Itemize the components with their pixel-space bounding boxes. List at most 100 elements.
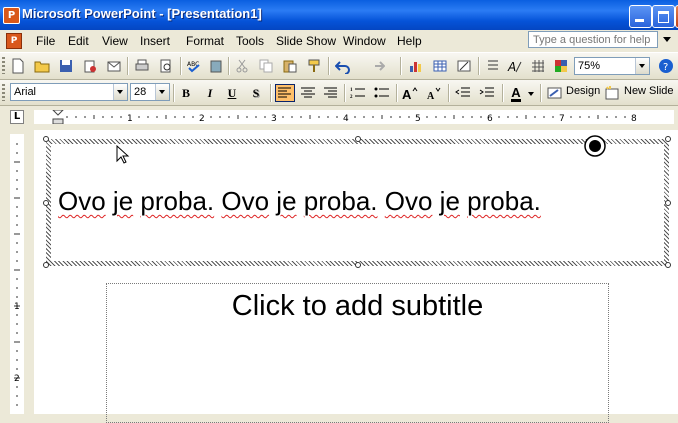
font-size-dropdown-icon[interactable] <box>155 84 169 100</box>
toolbar-separator <box>502 84 504 102</box>
title-word: proba. <box>303 186 378 216</box>
menu-format[interactable]: Format <box>186 34 224 48</box>
font-name-dropdown-icon[interactable] <box>113 84 127 100</box>
toolbar-separator <box>396 84 398 102</box>
print-icon[interactable] <box>134 58 150 74</box>
menu-insert[interactable]: Insert <box>140 34 170 48</box>
horizontal-ruler[interactable]: 1 2 3 4 5 6 7 8 <box>34 110 674 124</box>
font-name-select[interactable]: Arial <box>10 83 128 101</box>
permission-icon[interactable] <box>82 58 98 74</box>
center-button[interactable] <box>298 84 318 102</box>
bullets-button[interactable] <box>372 84 392 102</box>
email-icon[interactable] <box>106 58 122 74</box>
resize-handle[interactable] <box>665 136 671 142</box>
print-preview-icon[interactable] <box>158 58 174 74</box>
maximize-button[interactable] <box>652 5 675 28</box>
increase-font-size-button[interactable]: A <box>400 84 420 102</box>
font-color-button[interactable]: A <box>506 84 526 102</box>
ruler-number: 1 <box>127 114 133 124</box>
toolbar-separator <box>344 84 346 102</box>
ruler-number: 2 <box>199 114 205 124</box>
new-slide-button[interactable]: New Slide <box>624 85 674 97</box>
toolbar-grip[interactable] <box>2 57 5 74</box>
help-search-input[interactable]: Type a question for help <box>528 31 658 48</box>
spelling-icon[interactable]: ABC <box>186 58 202 74</box>
shadow-button[interactable]: S <box>246 84 266 102</box>
font-color-dropdown-icon[interactable] <box>528 92 534 96</box>
undo-icon[interactable] <box>335 58 351 74</box>
decrease-indent-button[interactable] <box>453 84 473 102</box>
resize-handle[interactable] <box>43 136 49 142</box>
numbering-icon: 12 <box>350 88 365 100</box>
align-left-button[interactable] <box>275 84 295 102</box>
subtitle-placeholder[interactable]: Click to add subtitle <box>106 283 609 423</box>
numbering-button[interactable]: 12 <box>348 84 368 102</box>
menu-view[interactable]: View <box>102 34 128 48</box>
open-icon[interactable] <box>34 58 50 74</box>
paste-icon[interactable] <box>282 58 298 74</box>
ruler-number: 1 <box>14 302 20 312</box>
font-size-select[interactable]: 28 <box>130 83 170 101</box>
resize-handle[interactable] <box>43 262 49 268</box>
decrease-font-size-button[interactable]: A <box>424 84 444 102</box>
show-formatting-icon[interactable]: A <box>507 58 523 74</box>
font-size-value: 28 <box>134 86 147 98</box>
title-bar[interactable]: P Microsoft PowerPoint - [Presentation1] <box>0 0 678 30</box>
zoom-select[interactable]: 75% <box>574 57 650 75</box>
color-grayscale-icon[interactable] <box>553 58 569 74</box>
redo-icon[interactable] <box>369 58 385 74</box>
new-icon[interactable] <box>10 58 26 74</box>
title-word: je <box>276 186 297 216</box>
design-button[interactable]: Design <box>566 85 600 97</box>
resize-handle[interactable] <box>43 200 49 206</box>
menu-edit[interactable]: Edit <box>68 34 89 48</box>
tables-borders-icon[interactable] <box>456 58 472 74</box>
decrease-font-icon: A <box>427 87 441 102</box>
toolbar-separator <box>180 57 182 75</box>
align-right-button[interactable] <box>320 84 340 102</box>
increase-indent-button[interactable] <box>477 84 497 102</box>
menu-slide-show[interactable]: Slide Show <box>276 34 336 48</box>
resize-handle[interactable] <box>355 262 361 268</box>
ruler-number: 7 <box>559 114 565 124</box>
insert-chart-icon[interactable] <box>408 58 424 74</box>
underline-button[interactable]: U <box>222 84 242 102</box>
menu-file[interactable]: File <box>36 34 55 48</box>
save-icon[interactable] <box>58 58 74 74</box>
tab-selector[interactable]: L <box>10 110 24 124</box>
copy-icon[interactable] <box>258 58 274 74</box>
design-icon[interactable] <box>547 85 563 101</box>
vertical-ruler[interactable]: 12 <box>10 134 24 414</box>
help-dropdown-icon[interactable] <box>663 37 671 42</box>
toolbar-separator <box>328 57 330 75</box>
zoom-dropdown-icon[interactable] <box>635 58 649 74</box>
toolbar-grip[interactable] <box>2 84 5 101</box>
svg-text:?: ? <box>663 62 668 73</box>
insert-table-icon[interactable] <box>432 58 448 74</box>
toolbar-separator <box>540 84 542 102</box>
expand-all-icon[interactable] <box>485 58 501 74</box>
menu-window[interactable]: Window <box>343 34 386 48</box>
resize-handle[interactable] <box>665 262 671 268</box>
align-left-icon <box>278 87 291 98</box>
font-color-icon: A <box>511 85 521 102</box>
new-slide-icon[interactable] <box>604 85 620 101</box>
show-grid-icon[interactable] <box>530 58 546 74</box>
format-painter-icon[interactable] <box>306 58 322 74</box>
resize-handle[interactable] <box>355 136 361 142</box>
menu-help[interactable]: Help <box>397 34 422 48</box>
cut-icon[interactable] <box>234 58 250 74</box>
rotate-handle-icon[interactable] <box>583 134 607 158</box>
powerpoint-app-icon[interactable]: P <box>3 7 20 24</box>
help-icon[interactable]: ? <box>658 58 674 74</box>
ruler-number: 3 <box>271 114 277 124</box>
resize-handle[interactable] <box>665 200 671 206</box>
bold-button[interactable]: B <box>176 84 196 102</box>
research-icon[interactable] <box>208 58 224 74</box>
document-icon[interactable]: P <box>6 33 22 49</box>
svg-text:A: A <box>507 60 516 74</box>
slide-title-text[interactable]: Ovo je proba. Ovo je proba. Ovo je proba… <box>58 186 541 217</box>
italic-button[interactable]: I <box>200 84 220 102</box>
minimize-button[interactable] <box>629 5 652 28</box>
menu-tools[interactable]: Tools <box>236 34 264 48</box>
